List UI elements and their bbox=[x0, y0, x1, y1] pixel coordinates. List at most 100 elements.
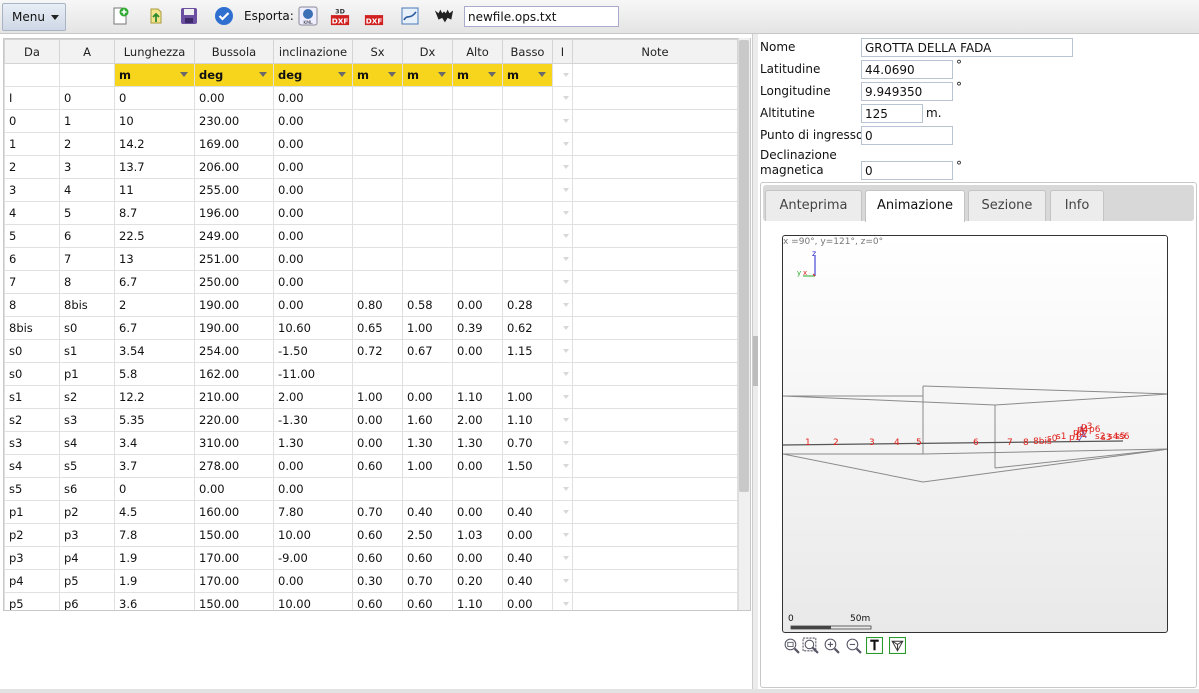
table-cell[interactable]: 0.00 bbox=[452, 546, 503, 570]
table-cell[interactable]: s1 bbox=[4, 385, 60, 409]
table-cell[interactable] bbox=[402, 201, 453, 225]
table-cell[interactable]: 1.30 bbox=[452, 431, 503, 455]
table-row[interactable]: 6 7 13 251.00 0.00 bbox=[4, 247, 738, 271]
table-cell[interactable]: 0.62 bbox=[502, 316, 553, 340]
table-cell[interactable]: 13.7 bbox=[114, 155, 195, 179]
tab-anteprima[interactable]: Anteprima bbox=[765, 190, 862, 221]
table-cell[interactable]: 0.00 bbox=[273, 247, 353, 271]
table-cell[interactable]: 8.7 bbox=[114, 201, 195, 225]
table-cell[interactable] bbox=[552, 592, 573, 610]
table-cell[interactable] bbox=[552, 431, 573, 455]
table-cell[interactable]: 6.7 bbox=[114, 270, 195, 294]
table-cell[interactable]: 2.50 bbox=[402, 523, 453, 547]
table-row[interactable]: s1 s2 12.2 210.00 2.00 1.00 0.00 1.10 1.00 bbox=[4, 385, 738, 409]
ingresso-input[interactable]: 0 bbox=[861, 126, 953, 145]
unit-selector[interactable]: m bbox=[352, 63, 403, 87]
table-row[interactable]: p3 p4 1.9 170.00 -9.00 0.60 0.60 0.00 0.40 bbox=[4, 546, 738, 570]
table-cell[interactable]: s0 bbox=[4, 362, 60, 386]
table-cell[interactable]: 1.30 bbox=[402, 431, 453, 455]
table-cell[interactable] bbox=[572, 293, 738, 317]
table-cell[interactable] bbox=[452, 477, 503, 501]
table-cell[interactable]: 0.40 bbox=[502, 546, 553, 570]
table-cell[interactable]: 190.00 bbox=[194, 293, 274, 317]
table-cell[interactable]: 160.00 bbox=[194, 500, 274, 524]
table-cell[interactable]: 0.00 bbox=[273, 132, 353, 156]
unit-selector[interactable]: m bbox=[452, 63, 503, 87]
table-cell[interactable] bbox=[502, 86, 553, 110]
table-cell[interactable] bbox=[552, 385, 573, 409]
table-cell[interactable] bbox=[352, 477, 403, 501]
table-cell[interactable]: 0.00 bbox=[502, 523, 553, 547]
table-cell[interactable]: s2 bbox=[4, 408, 60, 432]
table-cell[interactable]: 0.00 bbox=[352, 431, 403, 455]
table-cell[interactable]: 0.60 bbox=[352, 454, 403, 478]
table-cell[interactable]: 0.00 bbox=[273, 178, 353, 202]
table-cell[interactable]: 1.00 bbox=[402, 316, 453, 340]
table-cell[interactable] bbox=[352, 132, 403, 156]
table-cell[interactable]: 0.40 bbox=[402, 500, 453, 524]
table-cell[interactable] bbox=[552, 109, 573, 133]
table-cell[interactable]: 3 bbox=[4, 178, 60, 202]
table-cell[interactable]: 0.60 bbox=[352, 592, 403, 610]
table-cell[interactable] bbox=[402, 155, 453, 179]
table-cell[interactable]: 10.00 bbox=[273, 523, 353, 547]
unit-selector[interactable]: m bbox=[402, 63, 453, 87]
table-row[interactable]: 8bis s0 6.7 190.00 10.60 0.65 1.00 0.39 0.62 bbox=[4, 316, 738, 340]
table-cell[interactable]: s2 bbox=[59, 385, 115, 409]
table-cell[interactable]: p3 bbox=[59, 523, 115, 547]
table-cell[interactable]: -9.00 bbox=[273, 546, 353, 570]
table-cell[interactable] bbox=[502, 224, 553, 248]
table-cell[interactable]: 0.00 bbox=[452, 293, 503, 317]
table-cell[interactable] bbox=[352, 109, 403, 133]
table-cell[interactable]: 0.28 bbox=[502, 293, 553, 317]
table-cell[interactable]: 13 bbox=[114, 247, 195, 271]
table-cell[interactable]: 10.60 bbox=[273, 316, 353, 340]
table-cell[interactable]: 170.00 bbox=[194, 569, 274, 593]
table-cell[interactable]: s0 bbox=[4, 339, 60, 363]
table-cell[interactable]: 2.00 bbox=[452, 408, 503, 432]
table-cell[interactable]: 3 bbox=[59, 155, 115, 179]
table-cell[interactable]: p6 bbox=[59, 592, 115, 610]
nome-input[interactable]: GROTTA DELLA FADA bbox=[861, 38, 1073, 57]
table-cell[interactable]: 0.67 bbox=[402, 339, 453, 363]
table-cell[interactable]: 0.00 bbox=[273, 155, 353, 179]
table-cell[interactable] bbox=[452, 178, 503, 202]
table-cell[interactable] bbox=[452, 109, 503, 133]
table-cell[interactable] bbox=[402, 86, 453, 110]
table-cell[interactable]: 4 bbox=[4, 201, 60, 225]
table-cell[interactable]: 0 bbox=[4, 109, 60, 133]
table-cell[interactable] bbox=[552, 270, 573, 294]
table-cell[interactable]: 1.00 bbox=[352, 385, 403, 409]
table-cell[interactable] bbox=[552, 339, 573, 363]
table-cell[interactable]: 0.00 bbox=[273, 201, 353, 225]
table-row[interactable]: s3 s4 3.4 310.00 1.30 0.00 1.30 1.30 0.70 bbox=[4, 431, 738, 455]
table-cell[interactable] bbox=[552, 86, 573, 110]
table-cell[interactable] bbox=[502, 109, 553, 133]
table-cell[interactable] bbox=[452, 201, 503, 225]
export-3d-dxf-icon[interactable]: 3D DXF bbox=[330, 6, 350, 26]
table-cell[interactable]: 0.00 bbox=[273, 86, 353, 110]
menu-button[interactable]: Menu bbox=[2, 3, 66, 31]
table-row[interactable]: s2 s3 5.35 220.00 -1.30 0.00 1.60 2.00 1.10 bbox=[4, 408, 738, 432]
table-cell[interactable] bbox=[572, 86, 738, 110]
table-cell[interactable] bbox=[402, 132, 453, 156]
table-cell[interactable] bbox=[452, 86, 503, 110]
toggle-3d-icon[interactable] bbox=[889, 637, 906, 654]
export-map-icon[interactable] bbox=[400, 6, 420, 26]
table-cell[interactable] bbox=[552, 293, 573, 317]
table-cell[interactable]: p2 bbox=[4, 523, 60, 547]
table-cell[interactable]: 0.00 bbox=[452, 454, 503, 478]
table-cell[interactable]: 1 bbox=[59, 109, 115, 133]
table-cell[interactable]: I bbox=[4, 86, 60, 110]
unit-selector[interactable]: m bbox=[114, 63, 195, 87]
table-cell[interactable] bbox=[572, 270, 738, 294]
table-cell[interactable] bbox=[572, 546, 738, 570]
table-cell[interactable]: 0.40 bbox=[502, 569, 553, 593]
table-cell[interactable]: 2 bbox=[4, 155, 60, 179]
table-cell[interactable]: 7 bbox=[59, 247, 115, 271]
table-row[interactable]: s0 s1 3.54 254.00 -1.50 0.72 0.67 0.00 1.15 bbox=[4, 339, 738, 363]
table-row[interactable]: 5 6 22.5 249.00 0.00 bbox=[4, 224, 738, 248]
table-cell[interactable]: 254.00 bbox=[194, 339, 274, 363]
table-cell[interactable]: 0.40 bbox=[502, 500, 553, 524]
table-cell[interactable]: 150.00 bbox=[194, 592, 274, 610]
